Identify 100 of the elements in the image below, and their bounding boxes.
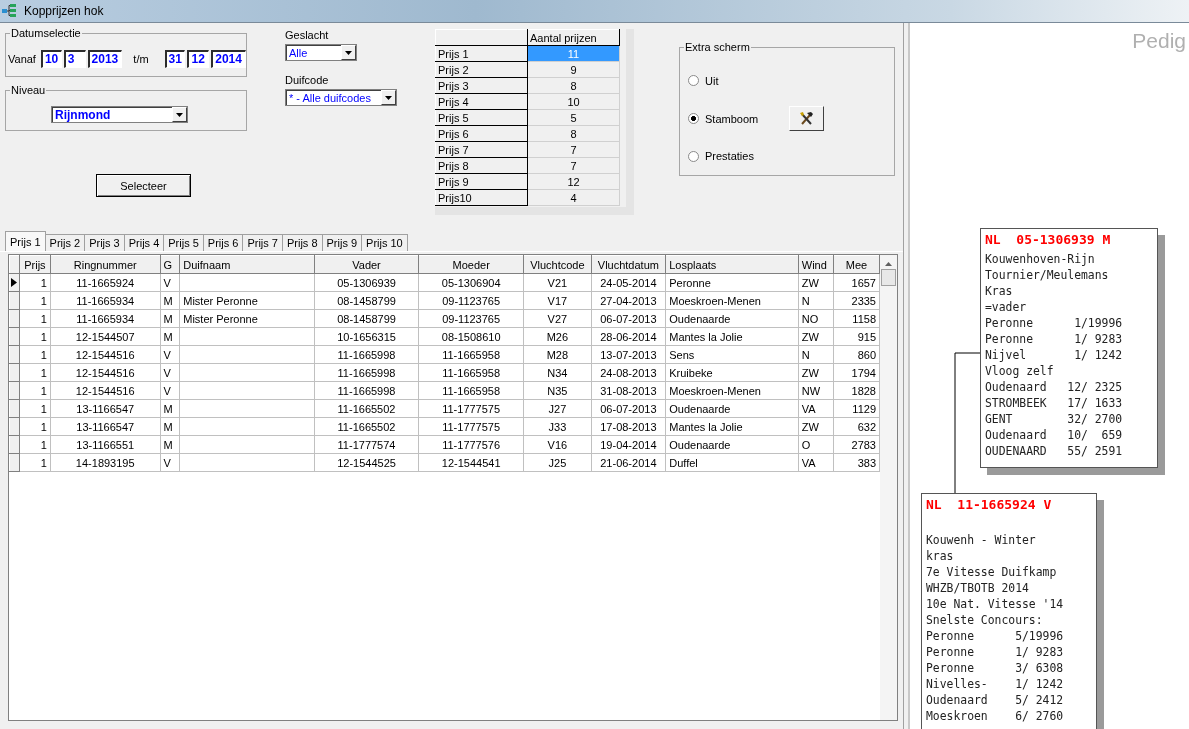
table-cell: Moeskroen-Menen <box>665 381 799 400</box>
table-cell: 11-1665502 <box>314 417 419 436</box>
tab[interactable]: Prijs 7 <box>242 234 283 251</box>
column-header[interactable]: G <box>160 255 180 274</box>
table-cell: Duffel <box>665 453 799 472</box>
table-cell: 06-07-2013 <box>591 309 666 328</box>
table-cell: 17-08-2013 <box>591 417 666 436</box>
tab[interactable]: Prijs 1 <box>5 231 46 251</box>
column-header[interactable]: Moeder <box>418 255 524 274</box>
table-cell: 1 <box>19 327 51 346</box>
column-header[interactable]: Vader <box>314 255 419 274</box>
group-label: Niveau <box>10 84 47 96</box>
gender-dropdown[interactable]: Alle <box>285 44 357 61</box>
tab[interactable]: Prijs 5 <box>163 234 204 251</box>
radio-button[interactable] <box>688 113 699 124</box>
card-line: 7e Vitesse Duifkamp <box>926 564 1058 580</box>
row-header[interactable] <box>9 273 20 292</box>
tab[interactable]: Prijs 2 <box>44 234 86 251</box>
table-cell: 1 <box>19 363 51 382</box>
column-header[interactable]: Ringnummer <box>50 255 160 274</box>
year-field[interactable]: 2013 <box>87 50 123 68</box>
option-label[interactable]: Prestaties <box>705 150 769 163</box>
table-cell: V27 <box>523 309 592 328</box>
table-cell: 11-1665934 <box>50 309 160 328</box>
month-field[interactable]: 3 <box>63 50 86 68</box>
radio-button[interactable] <box>688 75 699 87</box>
card-line: Peronne 1/19996 <box>985 315 1124 331</box>
table-cell: M <box>160 435 180 454</box>
table-cell: M <box>160 417 180 436</box>
to-label: t/m <box>133 53 149 65</box>
table-cell: 09-1123765 <box>418 309 524 328</box>
table-cell: 11-1665958 <box>418 381 524 400</box>
table-cell: 31-08-2013 <box>591 381 666 400</box>
code-dropdown[interactable]: * - Alle duifcodes <box>285 89 397 106</box>
table-cell: 11-1665934 <box>50 291 160 310</box>
table-cell: 1657 <box>833 273 880 292</box>
table-cell: V21 <box>523 273 592 292</box>
table-cell: 06-07-2013 <box>591 399 666 418</box>
table-cell: NO <box>798 309 834 328</box>
table-cell: V <box>160 453 180 472</box>
radio-button[interactable] <box>688 150 699 162</box>
table-cell: ZW <box>798 363 834 382</box>
table-cell: 24-08-2013 <box>591 363 666 382</box>
card-line: Peronne 3/ 6308 <box>926 660 1065 676</box>
table-cell: Mantes la Jolie <box>665 327 799 346</box>
table-cell: 11-1665958 <box>418 345 524 364</box>
tab[interactable]: Prijs 8 <box>281 234 323 251</box>
option-label[interactable]: Stamboom <box>705 112 769 125</box>
table-cell: Oudenaarde <box>665 435 799 454</box>
card-header: NL 05-1306939 M <box>985 231 1112 249</box>
table-cell: Peronne <box>665 273 799 292</box>
table-cell: 24-05-2014 <box>591 273 666 292</box>
scrollbar-thumb[interactable] <box>881 269 896 286</box>
select-button[interactable]: Selecteer <box>96 174 191 197</box>
month-field[interactable]: 12 <box>187 50 210 68</box>
table-cell: 2783 <box>833 435 880 454</box>
column-header[interactable]: Losplaats <box>665 255 799 274</box>
column-header[interactable]: Mee <box>833 255 880 274</box>
tab[interactable]: Prijs 9 <box>321 234 363 251</box>
tab[interactable]: Prijs 6 <box>202 234 244 251</box>
column-header[interactable]: Wind <box>798 255 834 274</box>
card-line: Peronne 5/19996 <box>926 628 1065 644</box>
table-cell: VA <box>798 453 834 472</box>
table-cell: V <box>160 345 180 364</box>
day-field[interactable]: 31 <box>164 50 186 68</box>
card-line: Oudenaard 12/ 2325 <box>985 379 1124 395</box>
table-cell: 11-1777574 <box>314 435 419 454</box>
table-cell: 12-1544507 <box>50 327 160 346</box>
column-header[interactable]: Duifnaam <box>179 255 315 274</box>
table-cell: ZW <box>798 417 834 436</box>
table-cell: Mantes la Jolie <box>665 417 799 436</box>
column-header[interactable]: Vluchtcode <box>523 255 592 274</box>
day-field[interactable]: 10 <box>40 50 62 68</box>
card-line: Nijvel 1/ 1242 <box>985 347 1124 363</box>
table-cell: 2335 <box>833 291 880 310</box>
card-line: =vader <box>985 299 1028 315</box>
option-label[interactable]: Uit <box>705 74 769 87</box>
tab[interactable]: Prijs 10 <box>361 234 408 251</box>
table-cell: 12-1544525 <box>314 453 419 472</box>
table-cell: Oudenaarde <box>665 309 799 328</box>
column-header[interactable]: Vluchtdatum <box>591 255 666 274</box>
card-line: Peronne 1/ 9283 <box>926 644 1065 660</box>
tools-icon <box>798 111 815 126</box>
card-line: Vloog zelf <box>985 363 1055 379</box>
year-field[interactable]: 2014 <box>211 50 246 68</box>
tab[interactable]: Prijs 4 <box>123 234 165 251</box>
caret-icon <box>176 112 183 117</box>
table-cell: N <box>798 291 834 310</box>
table-cell: Sens <box>665 345 799 364</box>
card-line: Peronne 1/ 9283 <box>985 331 1124 347</box>
tools-button[interactable] <box>789 106 824 131</box>
table-cell: V <box>160 363 180 382</box>
table-cell: 11-1665502 <box>314 399 419 418</box>
pedigree-title: Pedig <box>1132 29 1186 53</box>
tab[interactable]: Prijs 3 <box>84 234 125 251</box>
column-header[interactable]: Prijs <box>19 255 51 274</box>
table-cell: 21-06-2014 <box>591 453 666 472</box>
table-cell: 27-04-2013 <box>591 291 666 310</box>
from-label: Vanaf <box>8 53 36 65</box>
niveau-dropdown[interactable]: Rijnmond <box>51 106 188 123</box>
